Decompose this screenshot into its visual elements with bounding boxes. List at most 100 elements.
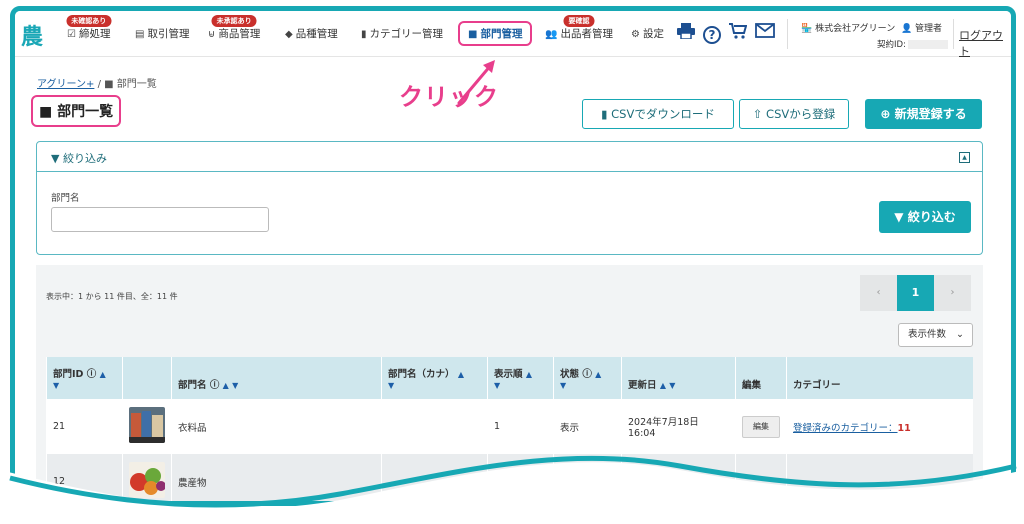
pager-page-1[interactable]: 1 [897,275,934,311]
top-navigation-bar: 農 未確認あり ☑ 締処理 ▤ 取引管理 未承認あり ⊌ 商品管理 ◆ 品種管理 ▮ カテ… [15,11,1011,59]
cell-order: 1 [487,399,554,454]
collapse-icon[interactable]: ▲ [959,152,970,163]
sort-asc-icon[interactable]: ▲ [526,370,532,379]
cart-icon[interactable] [729,23,748,43]
bumon-table: 部門ID ⓘ ▲ ▼ 部門名 ⓘ ▲ ▼ 部門名（カナ） ▲ ▼ 表示順 ▲ ▼ 状態… [46,357,973,501]
col-label: 表示順 [494,369,523,380]
cell-kana [381,454,488,501]
cell-id: 21 [46,399,123,454]
chevron-down-icon: ⌄ [956,329,964,340]
filter-header[interactable]: ▼ 絞り込み [37,142,982,172]
col-name[interactable]: 部門名 ⓘ ▲ ▼ [171,357,382,399]
nav-label: 設定 [642,28,664,40]
sort-desc-icon[interactable]: ▼ [494,381,500,390]
col-status[interactable]: 状態 ⓘ ▲ ▼ [553,357,622,399]
sort-desc-icon[interactable]: ▼ [560,381,566,390]
cell-id: 12 [46,454,123,501]
logout-link[interactable]: ログアウト [959,27,1011,59]
pager-prev[interactable]: ‹ [860,275,897,311]
filter-icon: ▼ [51,152,60,165]
cell-image [122,454,172,501]
csv-upload-button[interactable]: ⇧ CSVから登録 [739,99,849,129]
cell-status [553,454,622,501]
bumon-name-input[interactable] [51,207,269,232]
col-edit: 編集 [735,357,787,399]
folder-icon: ■ [39,104,53,120]
nav-badge-shime: 未確認あり [66,15,112,27]
gear-icon: ⚙ [631,29,640,40]
pager-next[interactable]: › [934,275,971,311]
col-order[interactable]: 表示順 ▲ ▼ [487,357,554,399]
breadcrumb-home[interactable]: アグリーン+ [37,79,94,90]
table-row: 21 衣料品 1 表示 2024年7月18日 16:04 編集 登録済みのカテゴ… [46,399,973,454]
folder-icon: ■ [104,79,114,90]
csv-download-label: CSVでダウンロード [611,107,715,121]
sort-asc-icon[interactable]: ▲ [458,370,464,379]
sort-asc-icon[interactable]: ▲ [595,370,601,379]
help-circle-icon: ⓘ [582,369,592,380]
filter-submit-button[interactable]: ▼ 絞り込む [879,201,971,233]
vegetables-thumbnail [129,462,166,498]
filter-title: 絞り込み [62,152,107,165]
user-icon: 👤 [900,24,913,34]
csv-download-button[interactable]: ▮ CSVでダウンロード [582,99,734,129]
col-kana[interactable]: 部門名（カナ） ▲ ▼ [381,357,488,399]
bookmark-icon: ▮ [361,29,367,40]
category-link[interactable]: 登録済みのカテゴリー： [793,423,898,434]
nav-shime[interactable]: 未確認あり ☑ 締処理 [66,15,112,41]
sort-desc-icon[interactable]: ▼ [669,381,675,390]
nav-category[interactable]: ▮ カテゴリー管理 [361,26,443,41]
tag-icon: ◆ [285,29,293,40]
results-panel: 表示中：1 から 11 件目、全：11 件 ‹ 1 › 表示件数 ⌄ 部門ID … [36,265,983,501]
nav-torihiki[interactable]: ▤ 取引管理 [135,26,189,41]
company-info: 🏪 株式会社アグリーン 👤 管理者 [801,21,942,34]
nav-hinshu[interactable]: ◆ 品種管理 [285,26,338,41]
main-content: アグリーン+ / ■ 部門一覧 ■ 部門一覧 クリック ▮ CSVでダウンロード… [15,57,1011,501]
sort-asc-icon[interactable]: ▲ [223,381,229,390]
breadcrumb: アグリーン+ / ■ 部門一覧 [37,75,157,90]
user-role: 管理者 [915,24,943,34]
sort-asc-icon[interactable]: ▲ [100,370,106,379]
col-updated[interactable]: 更新日 ▲ ▼ [621,357,736,399]
col-id[interactable]: 部門ID ⓘ ▲ ▼ [46,357,123,399]
per-page-label: 表示件数 [908,329,947,340]
help-glyph: ? [703,26,721,44]
cell-name: 衣料品 [171,399,382,454]
basket-icon: ⊌ [208,29,216,40]
help-icon[interactable]: ? [703,24,721,44]
printer-icon[interactable] [677,23,695,43]
cell-name: 農産物 [171,454,382,501]
filter-submit-label: 絞り込む [907,210,956,224]
contract-label: 契約ID: [877,40,906,50]
app-logo[interactable]: 農 [21,19,47,50]
nav-shuppin[interactable]: 要確認 👥 出品者管理 [545,15,613,41]
cell-edit [735,454,787,501]
per-page-select[interactable]: 表示件数 ⌄ [898,323,973,347]
nav-bumon[interactable]: ■ 部門管理 [458,21,533,46]
sort-desc-icon[interactable]: ▼ [232,381,238,390]
company-name: 株式会社アグリーン [815,24,896,34]
nav-label: 部門管理 [480,28,523,40]
mail-icon[interactable] [755,23,775,42]
app-window: 農 未確認あり ☑ 締処理 ▤ 取引管理 未承認あり ⊌ 商品管理 ◆ 品種管理 ▮ カテ… [10,6,1016,506]
col-label: 更新日 [628,380,657,391]
nav-badge-shohin: 未承認あり [211,15,257,27]
cell-order: 7 [487,454,554,501]
nav-settei[interactable]: ⚙ 設定 [631,26,664,41]
nav-badge-shuppin: 要確認 [563,15,595,27]
breadcrumb-sep: / [97,79,101,90]
edit-button[interactable]: 編集 [742,415,780,438]
sort-desc-icon[interactable]: ▼ [53,381,59,390]
plus-circle-icon: ⊕ [880,107,891,121]
nav-label: カテゴリー管理 [369,28,444,40]
help-circle-icon: ⓘ [209,380,220,391]
sort-desc-icon[interactable]: ▼ [388,381,394,390]
col-label: 部門名 [178,380,207,391]
category-count: 11 [897,422,911,434]
nav-shohin[interactable]: 未承認あり ⊌ 商品管理 [208,15,260,41]
new-register-button[interactable]: ⊕ 新規登録する [865,99,982,129]
cell-edit: 編集 [735,399,787,454]
sort-asc-icon[interactable]: ▲ [660,381,666,390]
col-image [122,357,172,399]
new-register-label: 新規登録する [894,107,967,121]
